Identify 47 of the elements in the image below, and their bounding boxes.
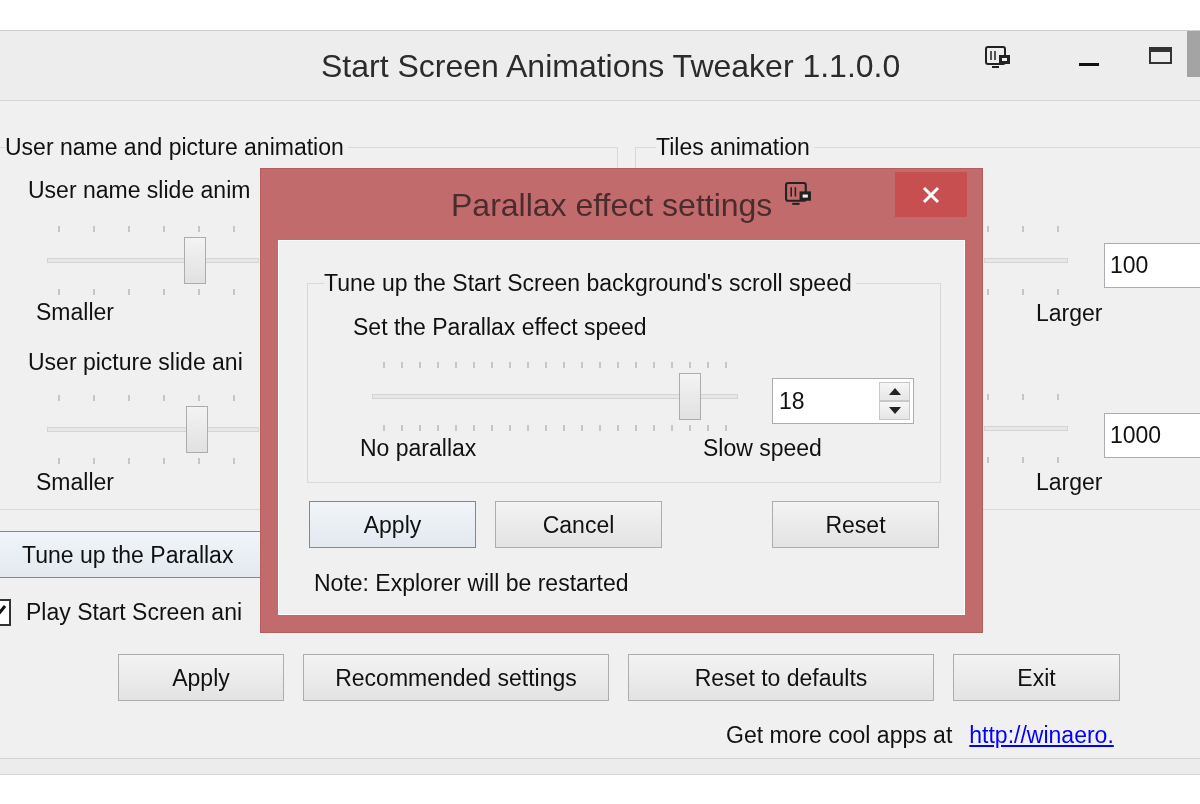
number-field[interactable]: 100 xyxy=(1104,243,1200,288)
tick-marks xyxy=(987,226,1059,232)
spin-box[interactable]: 18 xyxy=(772,378,914,424)
slider-thumb[interactable] xyxy=(186,406,209,453)
maximize-icon xyxy=(1148,47,1172,64)
slider-label: User name slide anim xyxy=(28,176,251,204)
slider-max-label: Larger xyxy=(1036,468,1103,496)
push-button[interactable]: Recommended settings xyxy=(303,654,609,701)
slider-max-label: Slow speed xyxy=(703,434,822,462)
checkbox-label[interactable]: Play Start Screen ani xyxy=(26,598,243,626)
push-button[interactable]: Apply xyxy=(309,501,476,548)
footer-text: Get more cool apps at xyxy=(726,721,953,749)
tick-marks xyxy=(987,289,1059,295)
slider-min-label: Smaller xyxy=(36,468,114,496)
down-arrow-icon xyxy=(888,407,901,414)
number-field[interactable]: 1000 xyxy=(1104,413,1200,458)
website-link[interactable]: http://winaero. xyxy=(969,721,1114,749)
close-button[interactable] xyxy=(895,172,967,217)
slider-min-label: No parallax xyxy=(360,434,477,462)
screen-icon[interactable] xyxy=(985,46,1011,70)
note-text: Note: Explorer will be restarted xyxy=(314,570,629,596)
slider-track[interactable] xyxy=(984,258,1068,263)
slider-track[interactable] xyxy=(984,426,1068,431)
slider-label: User picture slide ani xyxy=(28,348,243,376)
group-title: Tune up the Start Screen background's scroll speed xyxy=(324,269,853,297)
push-button[interactable]: Apply xyxy=(118,654,284,701)
slider-thumb[interactable] xyxy=(184,237,206,284)
slider-min-label: Smaller xyxy=(36,298,114,326)
up-arrow-icon xyxy=(888,388,901,395)
dialog-title: Parallax effect settings xyxy=(451,187,773,223)
close-icon xyxy=(922,185,940,204)
push-button[interactable]: Cancel xyxy=(495,501,662,548)
group-title: User name and picture animation xyxy=(5,133,345,161)
slider-thumb[interactable] xyxy=(678,373,701,420)
push-button[interactable]: Reset xyxy=(772,501,939,548)
minimize-icon xyxy=(1079,63,1099,66)
tick-marks xyxy=(987,394,1059,400)
group-title: Tiles animation xyxy=(656,133,811,161)
window-title: Start Screen Animations Tweaker 1.1.0.0 xyxy=(321,48,901,84)
screen-icon[interactable] xyxy=(785,182,812,207)
tick-marks xyxy=(987,457,1059,463)
spin-down-button[interactable] xyxy=(879,401,910,420)
push-button[interactable]: Reset to defaults xyxy=(628,654,934,701)
push-button[interactable]: Exit xyxy=(953,654,1120,701)
slider-label: Set the Parallax effect speed xyxy=(353,313,647,341)
slider-max-label: Larger xyxy=(1036,299,1103,327)
spin-up-button[interactable] xyxy=(879,382,910,401)
